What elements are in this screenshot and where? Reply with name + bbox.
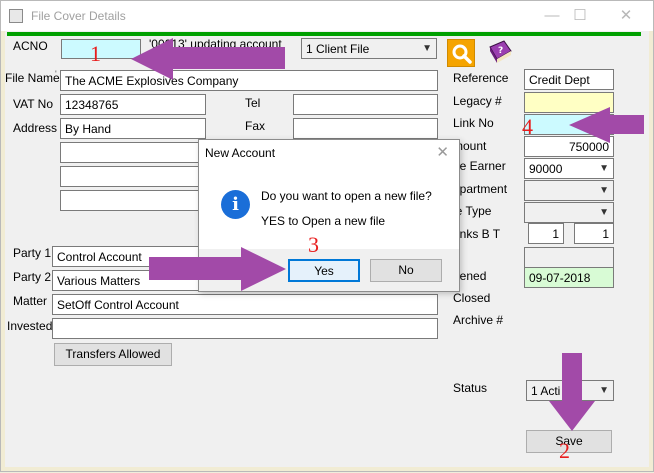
annotation-1: 1 bbox=[90, 41, 101, 66]
annotation-arrows bbox=[131, 38, 644, 431]
arrow-2-icon bbox=[549, 353, 595, 431]
arrow-3-icon bbox=[149, 247, 286, 291]
annotation-4: 4 bbox=[522, 114, 533, 139]
arrow-1-icon bbox=[131, 38, 285, 80]
annotation-3: 3 bbox=[308, 232, 319, 257]
file-cover-window: File Cover Details — ☐ ✕ ACNO '00013' up… bbox=[0, 0, 654, 472]
arrow-4-icon bbox=[569, 107, 644, 143]
annotation-2: 2 bbox=[559, 438, 570, 463]
